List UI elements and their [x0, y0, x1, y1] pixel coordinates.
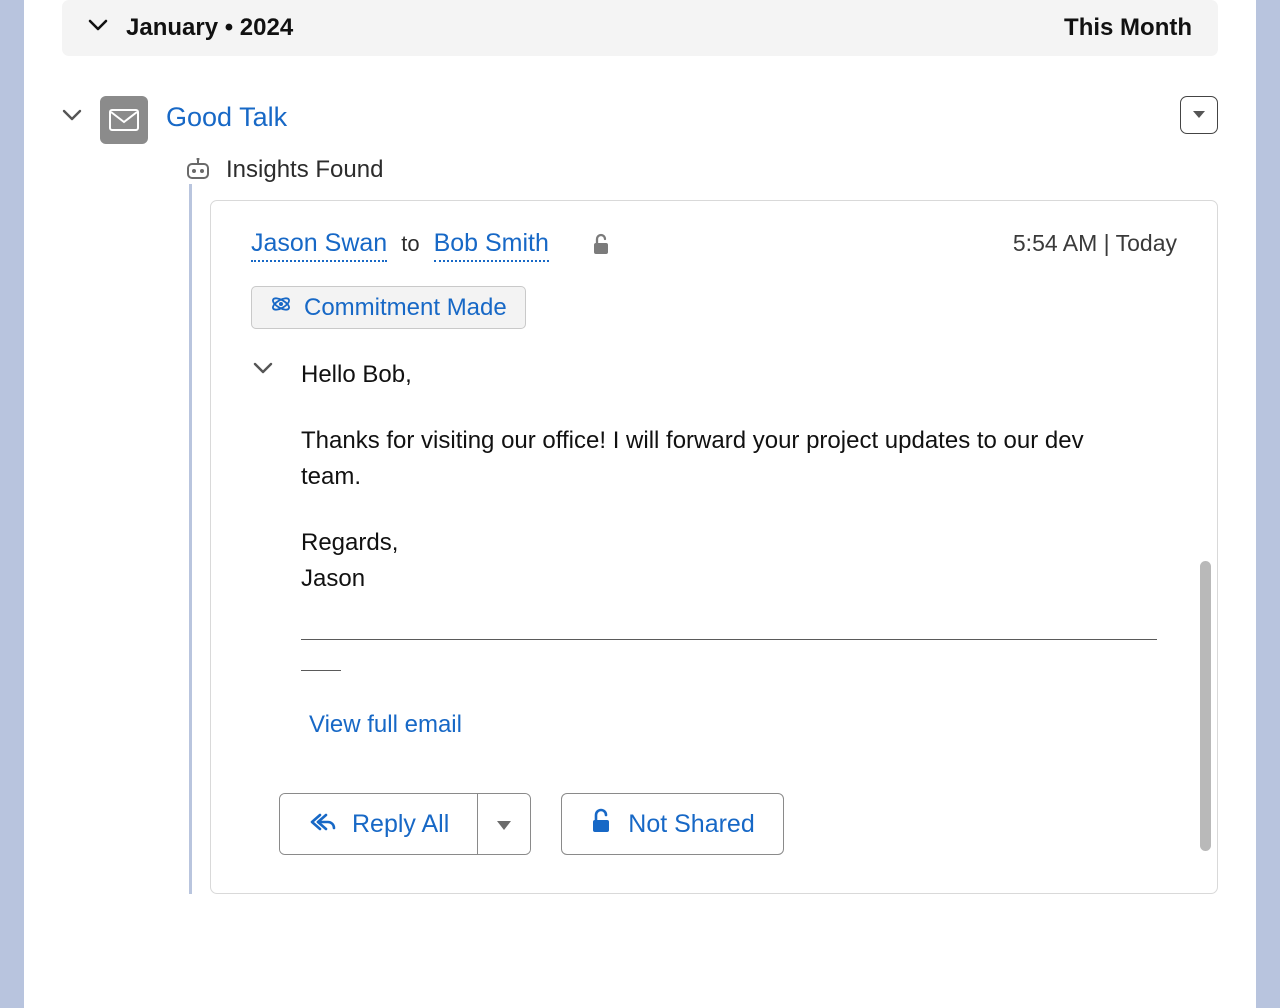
to-person-link[interactable]: Bob Smith	[434, 229, 549, 262]
not-shared-label: Not Shared	[628, 810, 754, 839]
email-card: Jason Swan to Bob Smith 5:54 AM | Today …	[210, 200, 1218, 894]
robot-icon	[184, 158, 212, 182]
email-closing: Regards,	[301, 525, 1147, 561]
date-banner[interactable]: January • 2024 This Month	[62, 0, 1218, 56]
email-paragraph: Thanks for visiting our office! I will f…	[301, 423, 1147, 495]
lock-open-icon	[590, 808, 612, 841]
email-greeting: Hello Bob,	[301, 357, 1147, 393]
commitment-badge-label: Commitment Made	[304, 294, 507, 322]
reply-all-button[interactable]: Reply All	[280, 794, 477, 854]
atom-icon	[270, 293, 292, 322]
caret-down-icon	[496, 810, 512, 839]
conversation-menu-button[interactable]	[1180, 96, 1218, 134]
insights-row: Insights Found	[184, 156, 1218, 184]
reply-all-icon	[308, 810, 336, 839]
divider	[301, 670, 341, 671]
to-label: to	[401, 231, 419, 257]
chevron-down-icon	[88, 18, 108, 38]
reply-all-label: Reply All	[352, 810, 449, 839]
reply-all-group: Reply All	[279, 793, 531, 855]
from-person-link[interactable]: Jason Swan	[251, 229, 387, 262]
email-actions: Reply All Not Shared	[279, 793, 1217, 855]
lock-open-icon	[591, 233, 611, 262]
scrollbar[interactable]	[1200, 561, 1211, 851]
conversation-row: Good Talk	[62, 96, 1218, 144]
insights-label: Insights Found	[226, 156, 383, 184]
divider	[301, 639, 1157, 640]
not-shared-button[interactable]: Not Shared	[561, 793, 783, 855]
timeline-line	[189, 184, 192, 894]
commitment-badge[interactable]: Commitment Made	[251, 286, 526, 329]
chevron-down-icon[interactable]	[62, 108, 82, 128]
conversation-title[interactable]: Good Talk	[166, 102, 1162, 133]
this-month-label: This Month	[1064, 14, 1192, 42]
view-full-email-link[interactable]: View full email	[309, 711, 462, 739]
date-label: January • 2024	[126, 14, 293, 42]
mail-icon	[100, 96, 148, 144]
email-signature: Jason	[301, 561, 1147, 597]
email-timestamp: 5:54 AM | Today	[1013, 230, 1177, 257]
reply-dropdown-button[interactable]	[477, 794, 530, 854]
email-body: Hello Bob, Thanks for visiting our offic…	[301, 357, 1177, 671]
chevron-down-icon[interactable]	[253, 361, 273, 381]
